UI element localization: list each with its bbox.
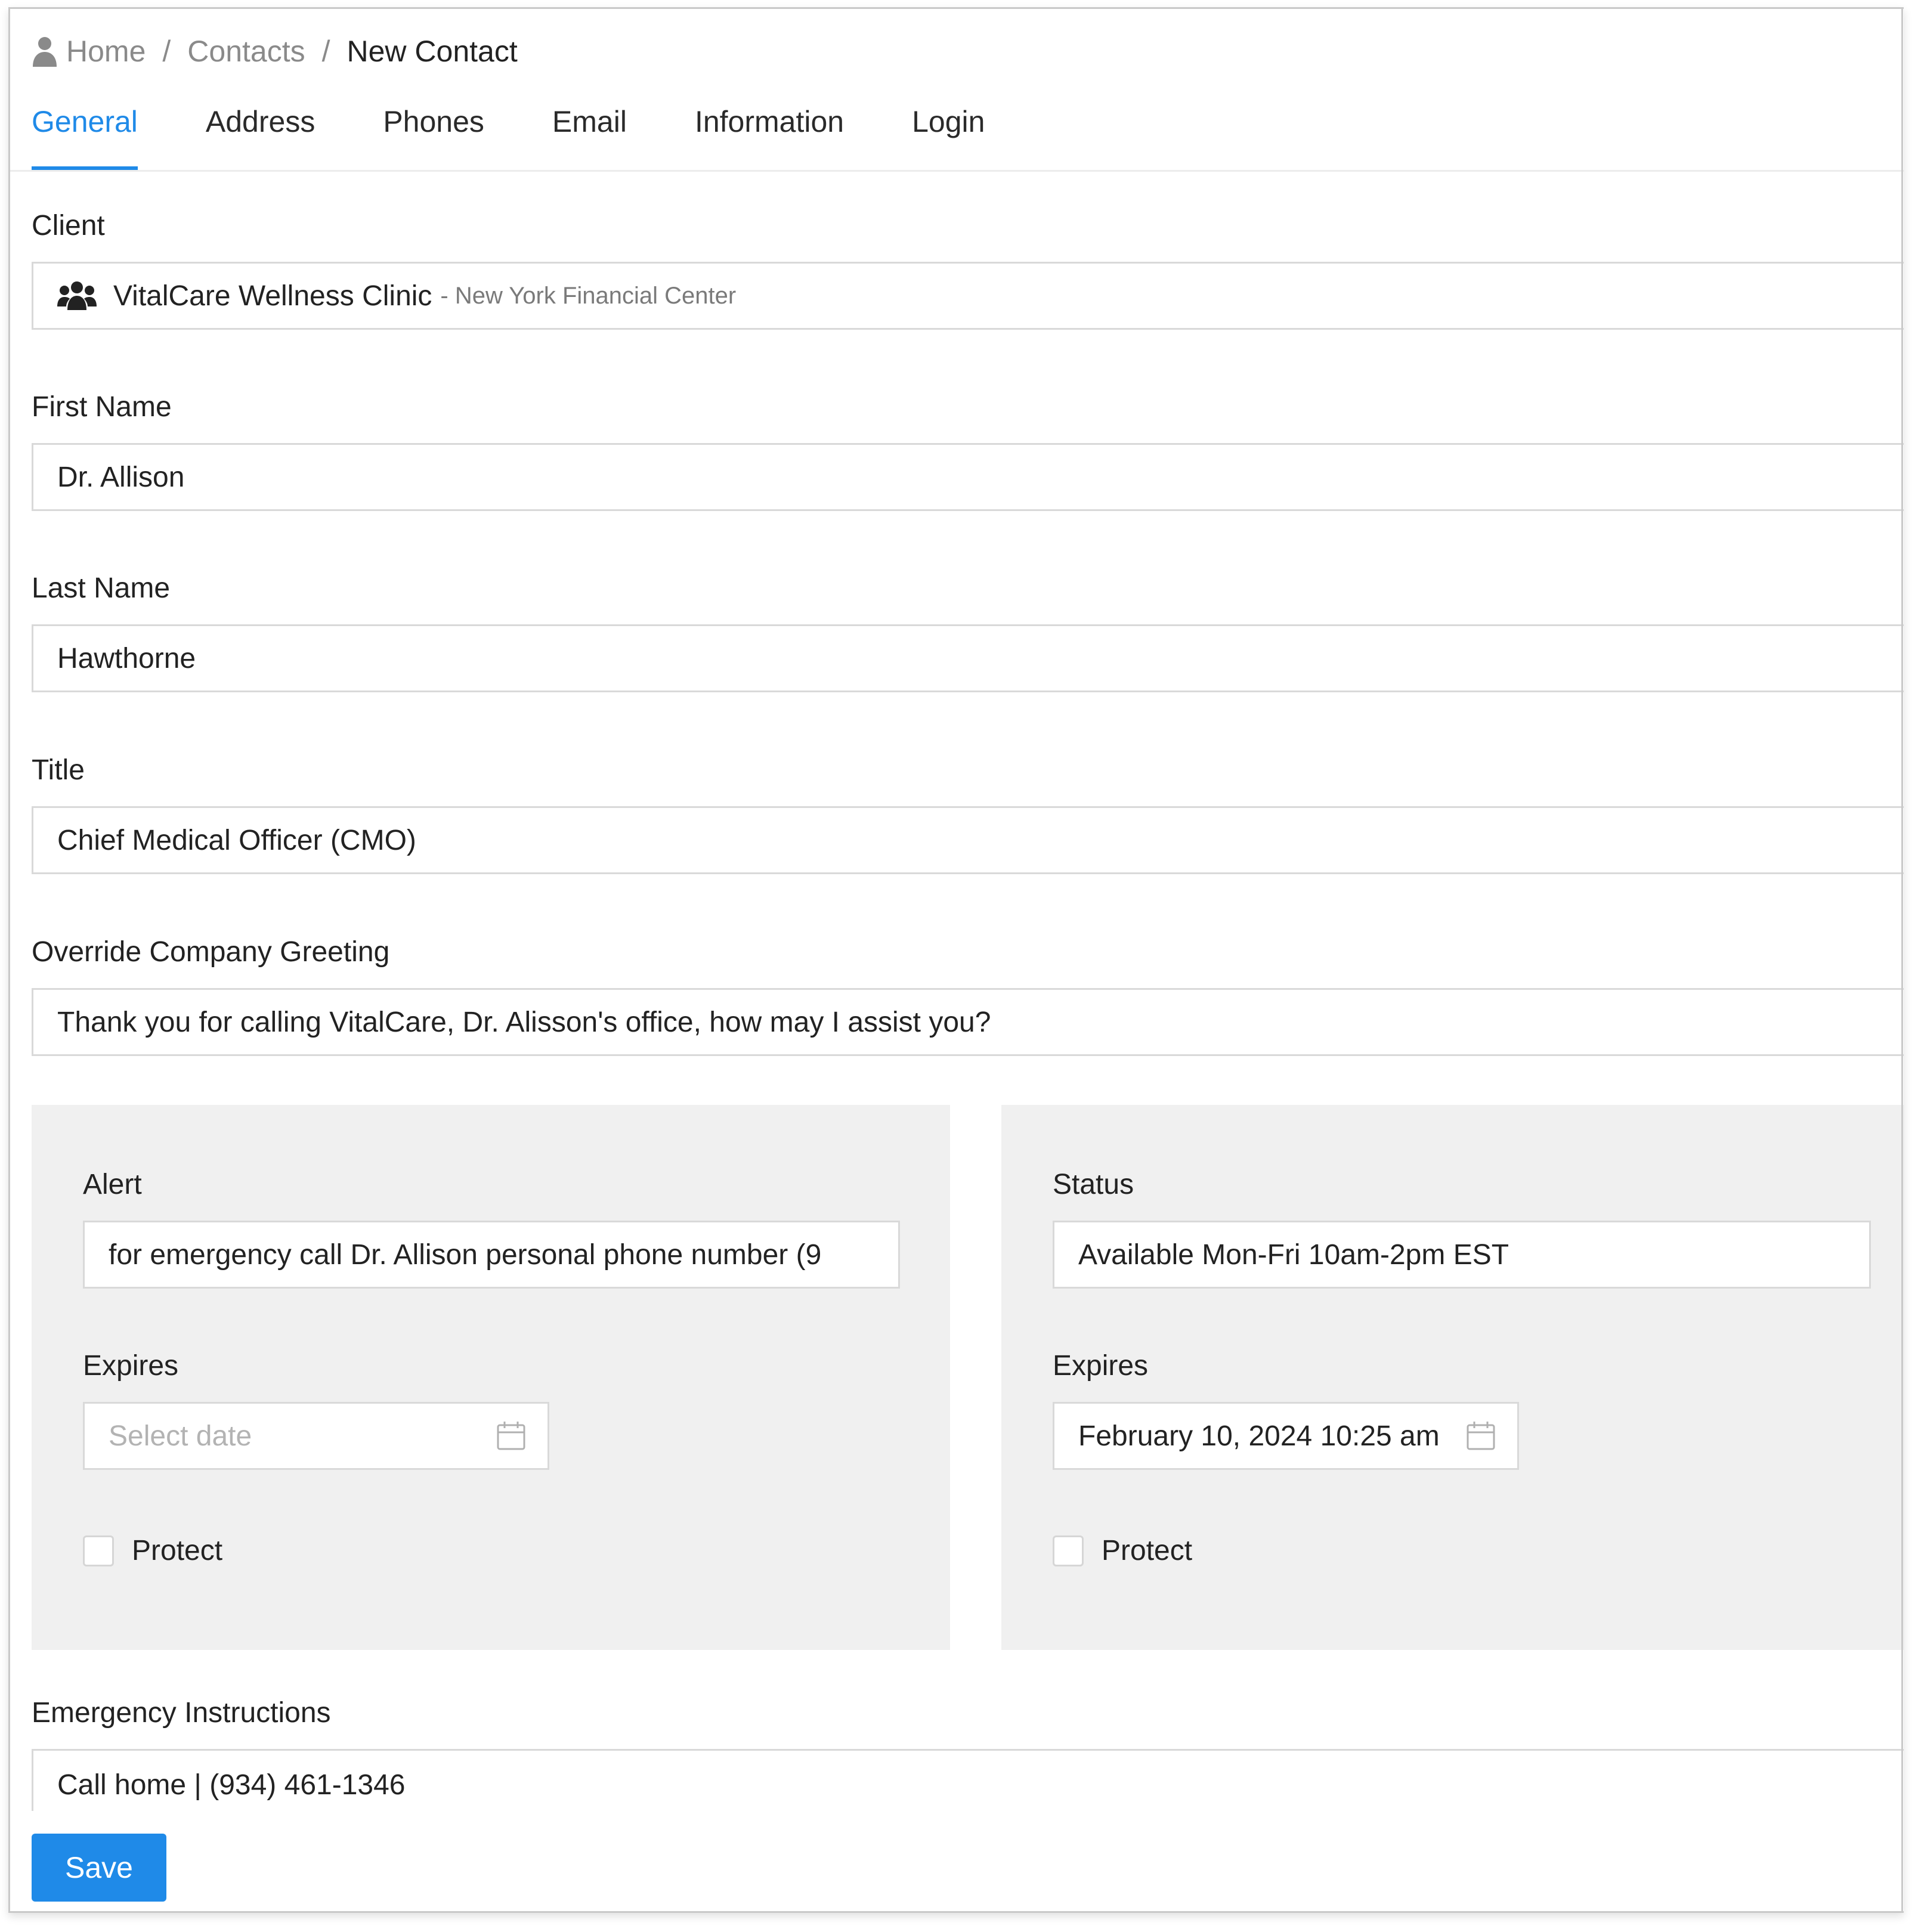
status-protect-label: Protect [1102, 1535, 1193, 1566]
breadcrumb: Home / Contacts / New Contact [32, 30, 518, 72]
alert-expires-placeholder: Select date [109, 1420, 252, 1452]
first-name-field[interactable]: Dr. Allison [32, 443, 1904, 511]
status-expires-value: February 10, 2024 10:25 am [1078, 1420, 1440, 1452]
tab-information[interactable]: Information [695, 98, 844, 170]
calendar-icon[interactable] [496, 1420, 526, 1451]
title-field[interactable]: Chief Medical Officer (CMO) [32, 806, 1904, 874]
last-name-field[interactable]: Hawthorne [32, 624, 1904, 692]
tab-email[interactable]: Email [552, 98, 627, 170]
status-protect-row: Protect [1053, 1534, 1192, 1567]
last-name-label: Last Name [32, 572, 171, 604]
title-label: Title [32, 754, 85, 786]
breadcrumb-contacts[interactable]: Contacts [187, 34, 305, 69]
breadcrumb-home[interactable]: Home [66, 34, 146, 69]
emergency-instructions-label: Emergency Instructions [32, 1697, 331, 1729]
alert-expires-label: Expires [83, 1350, 179, 1382]
client-select[interactable]: VitalCare Wellness Clinic - New York Fin… [32, 262, 1904, 330]
alert-protect-label: Protect [132, 1535, 223, 1566]
alert-protect-row: Protect [83, 1534, 222, 1567]
tab-address[interactable]: Address [206, 98, 315, 170]
tab-bar: General Address Phones Email Information… [32, 98, 1053, 170]
client-location: - New York Financial Center [440, 282, 737, 309]
save-button[interactable]: Save [32, 1834, 166, 1902]
user-icon [33, 37, 57, 67]
status-expires-datepicker[interactable]: February 10, 2024 10:25 am [1053, 1402, 1519, 1470]
emergency-field-clip [32, 1811, 1904, 1835]
alert-field[interactable]: for emergency call Dr. Allison personal … [83, 1221, 900, 1289]
status-protect-checkbox[interactable] [1053, 1535, 1084, 1566]
alert-panel: Alert for emergency call Dr. Allison per… [32, 1105, 950, 1650]
contact-form-window: Home / Contacts / New Contact General Ad… [8, 7, 1904, 1913]
frame-edge [1901, 7, 1903, 1913]
first-name-label: First Name [32, 391, 172, 423]
tab-divider [10, 170, 1904, 172]
status-expires-label: Expires [1053, 1350, 1149, 1382]
breadcrumb-separator: / [321, 35, 330, 68]
client-name: VitalCare Wellness Clinic [113, 280, 432, 312]
status-panel: Status Available Mon-Fri 10am-2pm EST Ex… [1001, 1105, 1904, 1650]
breadcrumb-separator: / [162, 35, 171, 68]
users-icon [57, 281, 97, 310]
calendar-icon[interactable] [1466, 1420, 1496, 1451]
greeting-label: Override Company Greeting [32, 936, 390, 968]
status-label: Status [1053, 1169, 1134, 1200]
alert-label: Alert [83, 1169, 142, 1200]
breadcrumb-current: New Contact [347, 35, 518, 68]
client-label: Client [32, 210, 105, 242]
tab-general[interactable]: General [32, 98, 138, 170]
greeting-field[interactable]: Thank you for calling VitalCare, Dr. Ali… [32, 988, 1904, 1056]
tab-login[interactable]: Login [912, 98, 985, 170]
alert-protect-checkbox[interactable] [83, 1535, 114, 1566]
status-field[interactable]: Available Mon-Fri 10am-2pm EST [1053, 1221, 1871, 1289]
tab-phones[interactable]: Phones [383, 98, 484, 170]
alert-expires-datepicker[interactable]: Select date [83, 1402, 549, 1470]
